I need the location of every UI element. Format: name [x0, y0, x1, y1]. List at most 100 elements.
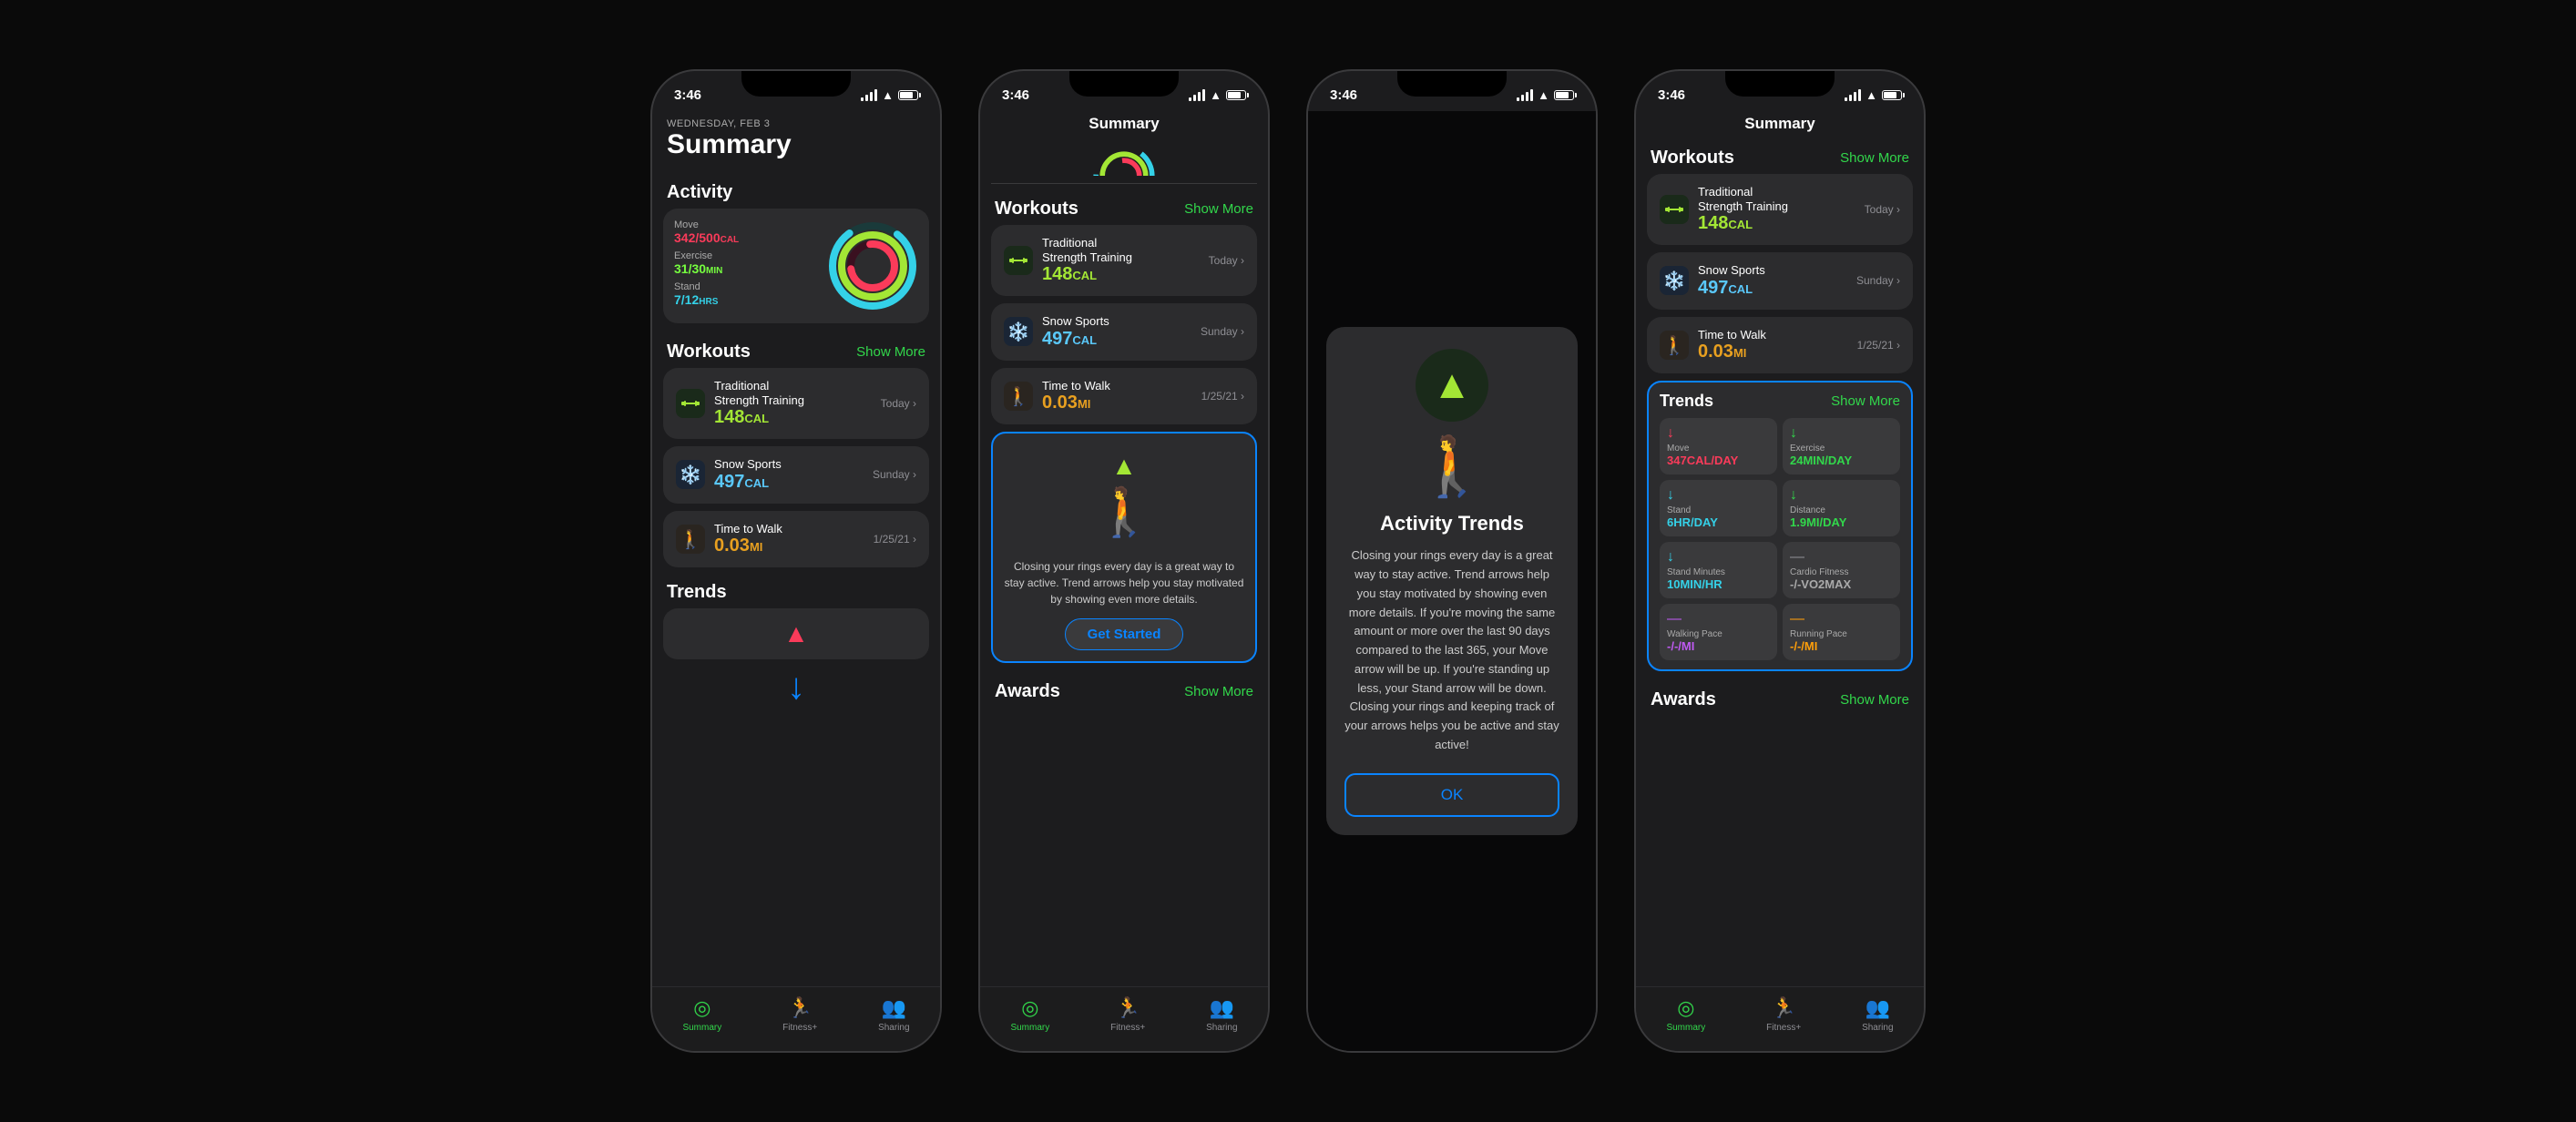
workouts-show-more-1[interactable]: Show More — [856, 344, 925, 360]
trends-up-arrow: ▲ — [1111, 452, 1137, 481]
workout-row-3[interactable]: 🚶 Time to Walk 0.03MI 1/25/21 › — [663, 511, 929, 568]
tab-summary-1[interactable]: ◎ Summary — [682, 996, 721, 1033]
workout-info-2-3: Time to Walk 0.03MI — [1042, 379, 1192, 414]
signal-icon-3 — [1517, 89, 1533, 101]
workout-info-3: Time to Walk 0.03MI — [714, 522, 864, 557]
modal-walk-figure: 🚶 — [1344, 433, 1559, 501]
tab-bar-4: ◎ Summary 🏃 Fitness+ 👥 Sharing — [1636, 986, 1924, 1051]
tab-sharing-1[interactable]: 👥 Sharing — [878, 996, 909, 1033]
tab-sharing-2[interactable]: 👥 Sharing — [1206, 996, 1237, 1033]
notch-4 — [1725, 71, 1835, 97]
stand-value: 6HR/DAY — [1667, 515, 1770, 529]
workout-date-2: Sunday › — [873, 468, 916, 481]
activity-card[interactable]: Move 342/500CAL Exercise 31/30MIN Stand … — [663, 209, 929, 323]
status-icons-2: ▲ — [1189, 88, 1246, 102]
phone-4: 3:46 ▲ Summary Workouts Show More — [1634, 69, 1926, 1053]
stand-stat: Stand 7/12HRS — [674, 281, 816, 307]
page-title-1: Summary — [667, 129, 925, 160]
runpace-value: -/-/MI — [1790, 639, 1893, 653]
workout-info-4-3: Time to Walk 0.03MI — [1698, 328, 1848, 363]
workout-row-4-3[interactable]: 🚶 Time to Walk 0.03MI 1/25/21 › — [1647, 317, 1913, 374]
cardio-value: -/-VO2MAX — [1790, 577, 1893, 591]
exercise-value: 24MIN/DAY — [1790, 454, 1893, 467]
standmin-arrow: ↓ — [1667, 549, 1770, 566]
workouts-section-header-2: Workouts Show More — [980, 191, 1268, 225]
tab-sharing-4[interactable]: 👥 Sharing — [1862, 996, 1893, 1033]
notch-3 — [1397, 71, 1507, 97]
phone2-scroll[interactable]: Workouts Show More TraditionalStrength T… — [980, 140, 1268, 986]
trends-show-more-4[interactable]: Show More — [1831, 393, 1900, 409]
nav-title-2: Summary — [980, 111, 1268, 140]
workout-icon-snow: ❄️ — [676, 460, 705, 489]
trend-cell-move: ↓ Move 347CAL/DAY — [1660, 418, 1777, 474]
battery-icon-2 — [1226, 90, 1246, 100]
battery-icon-4 — [1882, 90, 1902, 100]
wifi-icon: ▲ — [882, 88, 894, 102]
workout-info-4-1: TraditionalStrength Training 148CAL — [1698, 185, 1855, 234]
fitness-icon: 🏃 — [787, 996, 812, 1020]
phone4-scroll[interactable]: Workouts Show More TraditionalStrength T… — [1636, 140, 1924, 986]
trends-grid-4[interactable]: Trends Show More ↓ Move 347CAL/DAY ↓ Exe… — [1647, 381, 1913, 671]
activity-section-header: Activity — [652, 175, 940, 209]
workouts-title-1: Workouts — [667, 342, 751, 362]
tab-fitness-label: Fitness+ — [782, 1023, 817, 1033]
distance-arrow: ↓ — [1790, 487, 1893, 504]
workout-row-2-2[interactable]: ❄️ Snow Sports 497CAL Sunday › — [991, 303, 1257, 361]
move-value: 347CAL/DAY — [1667, 454, 1770, 467]
workout-info-4-2: Snow Sports 497CAL — [1698, 263, 1847, 299]
exercise-stat: Exercise 31/30MIN — [674, 250, 816, 276]
modal-title: Activity Trends — [1344, 512, 1559, 536]
trend-cell-cardio: — Cardio Fitness -/-VO2MAX — [1783, 542, 1900, 598]
tab-summary-2[interactable]: ◎ Summary — [1010, 996, 1049, 1033]
workouts-show-more-2[interactable]: Show More — [1184, 201, 1253, 217]
phone-1: 3:46 ▲ WEDNESDAY, FEB 3 Summary Activity — [650, 69, 942, 1053]
fitness-icon-2: 🏃 — [1115, 996, 1140, 1020]
tab-bar-1: ◎ Summary 🏃 Fitness+ 👥 Sharing — [652, 986, 940, 1051]
walkpace-arrow: — — [1667, 611, 1770, 627]
workout-date-3: 1/25/21 › — [874, 533, 916, 546]
workouts-show-more-4[interactable]: Show More — [1840, 150, 1909, 166]
sharing-icon-2: 👥 — [1210, 996, 1234, 1020]
trend-up-arrow: ▲ — [783, 619, 809, 648]
activity-rings — [827, 220, 918, 311]
trends-section-header-1: Trends — [652, 575, 940, 608]
workout-icon-strength-4 — [1660, 195, 1689, 224]
tab-fitness-1[interactable]: 🏃 Fitness+ — [782, 996, 817, 1033]
awards-show-more-2[interactable]: Show More — [1184, 684, 1253, 699]
workout-icon-snow-4: ❄️ — [1660, 266, 1689, 295]
awards-section-header-2: Awards Show More — [980, 674, 1268, 708]
phone-2: 3:46 ▲ Summary — [978, 69, 1270, 1053]
phone1-scroll[interactable]: WEDNESDAY, FEB 3 Summary Activity Move 3… — [652, 111, 940, 986]
wifi-icon-2: ▲ — [1210, 88, 1222, 102]
workout-row-1[interactable]: TraditionalStrength Training 148CAL Toda… — [663, 368, 929, 439]
signal-icon-4 — [1845, 89, 1861, 101]
workout-row-2-1[interactable]: TraditionalStrength Training 148CAL Toda… — [991, 225, 1257, 296]
workout-row-4-1[interactable]: TraditionalStrength Training 148CAL Toda… — [1647, 174, 1913, 245]
workout-row-4-2[interactable]: ❄️ Snow Sports 497CAL Sunday › — [1647, 252, 1913, 310]
time-1: 3:46 — [674, 87, 701, 103]
modal-ok-button[interactable]: OK — [1344, 773, 1559, 817]
workouts-title-4: Workouts — [1651, 148, 1734, 168]
distance-value: 1.9MI/DAY — [1790, 515, 1893, 529]
workout-row-2[interactable]: ❄️ Snow Sports 497CAL Sunday › — [663, 446, 929, 504]
workouts-section-header: Workouts Show More — [652, 334, 940, 368]
awards-show-more-4[interactable]: Show More — [1840, 692, 1909, 708]
tab-summary-4[interactable]: ◎ Summary — [1666, 996, 1705, 1033]
get-started-button[interactable]: Get Started — [1065, 618, 1184, 650]
tab-fitness-4[interactable]: 🏃 Fitness+ — [1766, 996, 1801, 1033]
workout-row-2-3[interactable]: 🚶 Time to Walk 0.03MI 1/25/21 › — [991, 368, 1257, 425]
summary-icon: ◎ — [693, 996, 710, 1020]
tab-fitness-2[interactable]: 🏃 Fitness+ — [1110, 996, 1145, 1033]
trend-cell-stand: ↓ Stand 6HR/DAY — [1660, 480, 1777, 536]
runpace-arrow: — — [1790, 611, 1893, 627]
trends-preview-1: ▲ — [652, 608, 940, 659]
workout-info-2-2: Snow Sports 497CAL — [1042, 314, 1191, 350]
signal-icon-2 — [1189, 89, 1205, 101]
time-2: 3:46 — [1002, 87, 1029, 103]
tab-sharing-label-2: Sharing — [1206, 1023, 1237, 1033]
modal-icon-bg: ▲ — [1416, 349, 1488, 422]
battery-icon — [898, 90, 918, 100]
trends-card-bordered[interactable]: ▲ 🚶 Closing your rings every day is a gr… — [991, 432, 1257, 663]
workout-icon-walk-2: 🚶 — [1004, 382, 1033, 411]
summary-icon-4: ◎ — [1677, 996, 1694, 1020]
